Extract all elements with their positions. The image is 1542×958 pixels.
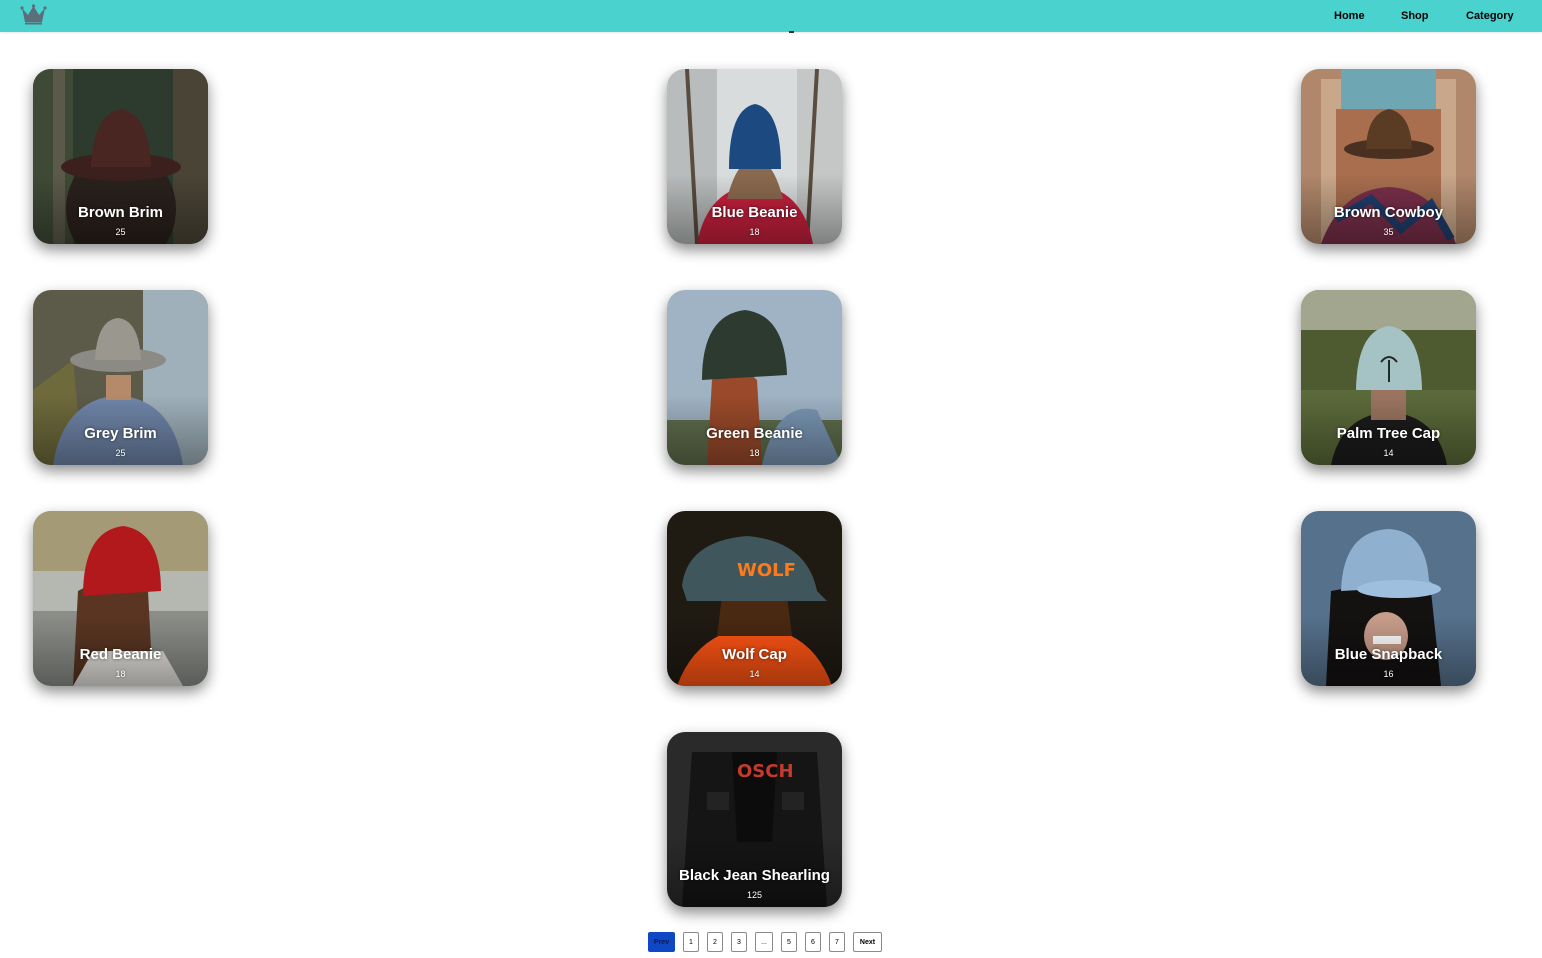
product-name: Brown Brim: [77, 204, 163, 221]
product-count: 18: [749, 448, 760, 458]
product-count: 18: [115, 669, 126, 679]
svg-text:OSCH: OSCH: [737, 761, 794, 782]
product-name: Blue Snapback: [1334, 646, 1443, 663]
product-count: 125: [746, 890, 763, 900]
nav-home-link[interactable]: Home: [1334, 10, 1365, 22]
svg-text:WOLF: WOLF: [737, 560, 796, 581]
product-count: 18: [749, 227, 760, 237]
product-name: Green Beanie: [706, 425, 803, 442]
product-count: 16: [1383, 669, 1394, 679]
crown-icon[interactable]: [20, 4, 47, 25]
product-card-wolf-cap[interactable]: WOLF Wolf Cap 14: [667, 511, 842, 686]
nav-category-link[interactable]: Category: [1466, 10, 1514, 22]
pagination-prev-button[interactable]: Prev: [648, 932, 675, 952]
product-card-grey-brim[interactable]: Grey Brim 25: [33, 290, 208, 465]
pagination-next-button[interactable]: Next: [853, 932, 882, 952]
product-name: Grey Brim: [84, 425, 157, 442]
pagination-page-button[interactable]: 5: [781, 932, 797, 952]
product-name: Palm Tree Cap: [1336, 425, 1441, 442]
product-card-palm-tree-cap[interactable]: Palm Tree Cap 14: [1301, 290, 1476, 465]
product-count: 25: [115, 227, 126, 237]
product-count: 25: [115, 448, 126, 458]
product-name: Red Beanie: [79, 646, 162, 663]
product-count: 14: [1383, 448, 1394, 458]
pagination-page-button[interactable]: 3: [731, 932, 747, 952]
product-card-brown-cowboy[interactable]: Brown Cowboy 35: [1301, 69, 1476, 244]
product-name: Brown Cowboy: [1333, 204, 1444, 221]
product-count: 35: [1383, 227, 1394, 237]
pagination-ellipsis: ...: [755, 932, 773, 952]
product-name: Blue Beanie: [711, 204, 798, 221]
product-card-red-beanie[interactable]: Red Beanie 18: [33, 511, 208, 686]
nav-shop-link[interactable]: Shop: [1401, 10, 1429, 22]
pagination-page-button[interactable]: 1: [683, 932, 699, 952]
product-name: Wolf Cap: [722, 646, 787, 663]
product-card-blue-snapback[interactable]: Blue Snapback 16: [1301, 511, 1476, 686]
product-card-blue-beanie[interactable]: Blue Beanie 18: [667, 69, 842, 244]
product-count: 14: [749, 669, 760, 679]
pagination-page-button[interactable]: 7: [829, 932, 845, 952]
product-card-brown-brim[interactable]: Brown Brim 25: [33, 69, 208, 244]
product-card-black-jean-shearling[interactable]: OSCH Black Jean Shearling 125: [667, 732, 842, 907]
pagination-page-button[interactable]: 6: [805, 932, 821, 952]
product-card-green-beanie[interactable]: Green Beanie 18: [667, 290, 842, 465]
pagination-page-button[interactable]: 2: [707, 932, 723, 952]
divider-mark: [789, 31, 794, 33]
navbar: Home Shop Category: [0, 0, 1542, 32]
product-name: Black Jean Shearling: [679, 867, 830, 884]
